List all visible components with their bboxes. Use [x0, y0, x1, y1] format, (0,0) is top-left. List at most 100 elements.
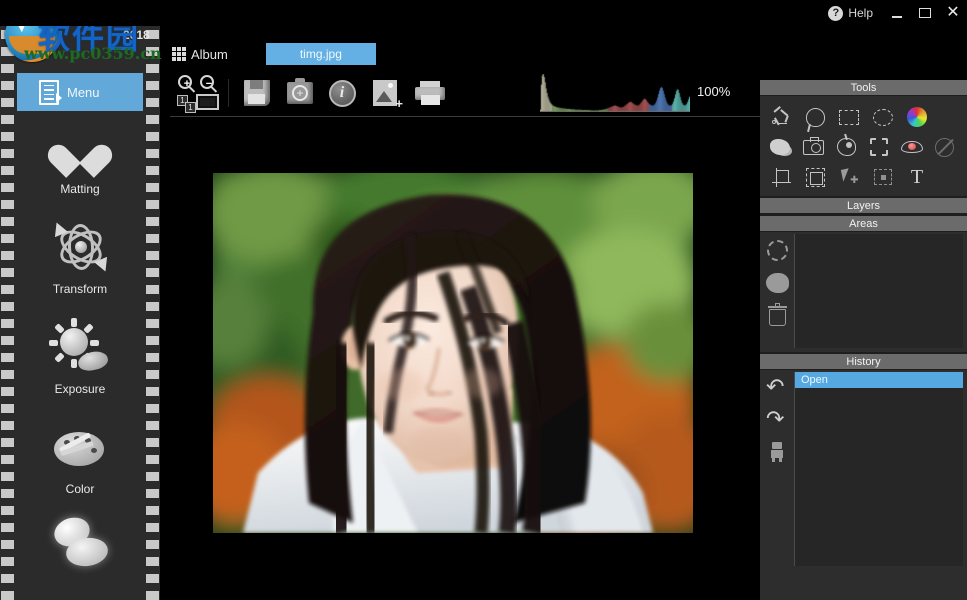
new-area-dashed-circle-icon[interactable] — [767, 240, 788, 261]
anchor-select-tool-icon — [874, 169, 892, 185]
help-button[interactable]: ? Help — [822, 0, 883, 26]
save-button[interactable] — [235, 80, 279, 106]
transform-atom-arrows-icon — [44, 222, 116, 276]
areas-tool-column — [760, 232, 794, 352]
first-aid-toolbox-icon: + — [287, 82, 313, 104]
no-entry-disabled-tool-icon — [935, 138, 954, 157]
sidebar-item-color[interactable]: Color — [16, 422, 144, 496]
question-mark-circle-icon: ? — [828, 6, 843, 21]
clone-stamp-tool-button[interactable] — [799, 133, 828, 161]
tools-row: ✚ T — [766, 162, 963, 192]
areas-panel-body — [760, 232, 967, 352]
panel-header-layers[interactable]: Layers — [760, 198, 967, 214]
robot-snapshot-icon[interactable] — [769, 442, 785, 462]
sidebar-item-matting[interactable]: Matting — [16, 122, 144, 196]
photo-image[interactable] — [213, 173, 693, 533]
image-canvas[interactable] — [160, 66, 760, 600]
red-eye-tool-button[interactable] — [897, 133, 926, 161]
anchor-select-tool-button[interactable] — [868, 163, 898, 191]
application-window: ? Help ✕ pro 2018 软件园 www.pc0359.cn — [0, 0, 967, 600]
transform-crop-tool-button[interactable] — [800, 163, 830, 191]
paint-palette-tool-button[interactable] — [832, 133, 861, 161]
panel-header-tools[interactable]: Tools — [760, 80, 967, 96]
print-button[interactable] — [407, 81, 453, 105]
info-icon: i — [329, 80, 356, 107]
menu-button[interactable]: Menu — [17, 73, 143, 111]
makeup-compact-icon — [44, 518, 116, 572]
dashed-square-tool-button[interactable] — [864, 133, 893, 161]
red-eye-removal-tool-icon — [901, 141, 923, 153]
move-tool-button[interactable]: ✚ — [834, 163, 864, 191]
sidebar-item-transform[interactable]: Transform — [16, 222, 144, 296]
disabled-tool-button — [930, 133, 959, 161]
history-item-open[interactable]: Open — [795, 372, 963, 388]
text-tool-button[interactable]: T — [902, 163, 932, 191]
polygon-lasso-tool-icon — [772, 109, 791, 126]
minimize-icon — [892, 16, 902, 18]
image-histogram — [540, 74, 690, 112]
album-label: Album — [191, 47, 228, 62]
tools-grid: ✚ T — [760, 96, 967, 196]
history-panel-body: Open — [760, 370, 967, 570]
tab-open-file[interactable]: timg.jpg — [266, 43, 376, 65]
sidebar-label-matting: Matting — [60, 182, 99, 196]
add-image-button[interactable]: + — [363, 80, 407, 106]
fill-area-blob-icon[interactable] — [766, 273, 789, 293]
panel-header-history[interactable]: History — [760, 354, 967, 370]
grid-thumbnails-icon — [172, 47, 186, 61]
crop-tool-icon — [772, 168, 791, 187]
fit-to-screen-icon[interactable] — [196, 94, 219, 110]
close-button[interactable]: ✕ — [939, 0, 967, 26]
text-tool-icon: T — [911, 167, 923, 187]
delete-area-trash-icon[interactable] — [768, 305, 787, 326]
move-pointer-tool-icon: ✚ — [840, 169, 859, 186]
filmstrip-perforations-left — [1, 26, 14, 600]
clone-stamp-camera-tool-icon — [803, 140, 824, 155]
crop-tool-button[interactable] — [766, 163, 796, 191]
ellipse-marquee-tool-icon — [873, 109, 893, 126]
zoom-out-icon[interactable]: − — [200, 75, 214, 89]
ellipse-marquee-tool-button[interactable] — [868, 103, 898, 131]
left-sidebar: Menu Matting Transform — [0, 26, 160, 600]
zoom-button-group: + − 1 1 — [174, 71, 222, 115]
freehand-lasso-tool-button[interactable] — [800, 103, 830, 131]
tab-album[interactable]: Album — [170, 42, 238, 66]
color-palette-brushes-icon — [44, 422, 116, 476]
menu-label: Menu — [67, 85, 100, 100]
add-image-icon: + — [373, 80, 397, 106]
history-list[interactable]: Open — [794, 372, 963, 566]
toolbar-divider — [228, 79, 229, 107]
info-button[interactable]: i — [321, 80, 363, 107]
rectangle-marquee-tool-button[interactable] — [834, 103, 864, 131]
areas-list[interactable] — [794, 234, 963, 348]
tab-strip: Album timg.jpg — [170, 42, 376, 66]
sidebar-item-exposure[interactable]: Exposure — [16, 322, 144, 396]
smudge-tool-icon — [770, 139, 790, 155]
matting-heart-transparency-icon — [44, 122, 116, 176]
freehand-lasso-tool-icon — [806, 108, 825, 127]
title-bar: ? Help ✕ — [0, 0, 967, 26]
zoom-in-icon[interactable]: + — [178, 75, 192, 89]
menu-document-icon — [39, 80, 59, 105]
undo-arrow-icon[interactable] — [766, 378, 788, 398]
polygon-lasso-tool-button[interactable] — [766, 103, 796, 131]
color-wheel-tool-icon — [907, 107, 927, 127]
redo-arrow-icon[interactable] — [766, 410, 788, 430]
color-wheel-tool-button[interactable] — [902, 103, 932, 131]
sidebar-label-transform: Transform — [53, 282, 107, 296]
maximize-button[interactable] — [911, 0, 939, 26]
sidebar-body — [16, 26, 144, 600]
rectangle-marquee-tool-icon — [839, 110, 859, 125]
panel-header-areas[interactable]: Areas — [760, 216, 967, 232]
sidebar-item-makeup[interactable] — [16, 518, 144, 578]
zoom-percent-label: 100% — [697, 84, 730, 99]
transform-crop-tool-icon — [806, 168, 825, 187]
toolbox-button[interactable]: + — [279, 82, 321, 104]
smudge-tool-button[interactable] — [766, 133, 795, 161]
minimize-button[interactable] — [883, 0, 911, 26]
maximize-icon — [919, 8, 931, 18]
tools-row — [766, 132, 963, 162]
print-icon — [415, 81, 445, 105]
actual-size-secondary-icon[interactable]: 1 — [185, 102, 196, 113]
history-tool-column — [760, 370, 794, 570]
